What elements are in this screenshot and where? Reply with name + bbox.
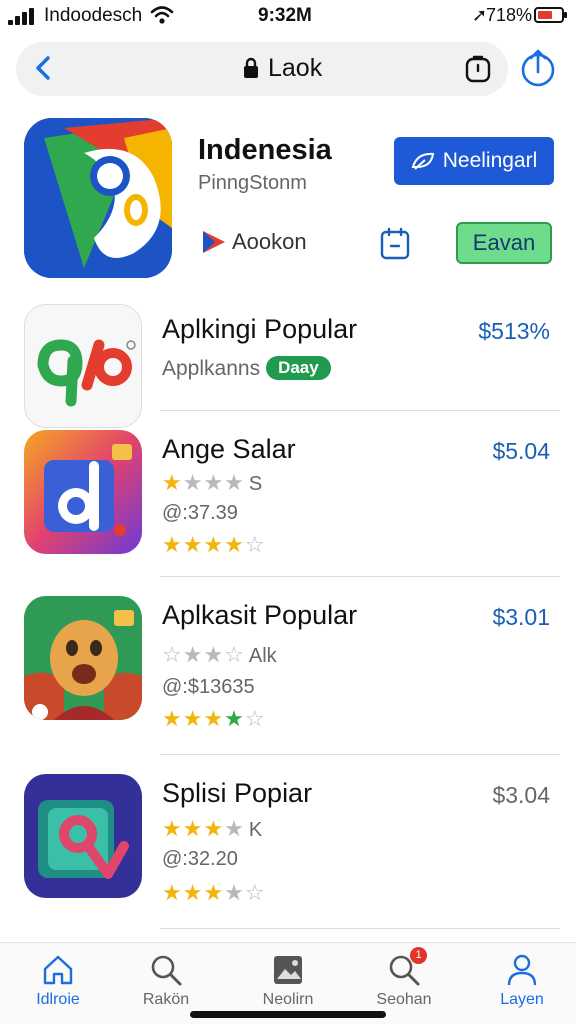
row-divider xyxy=(160,928,560,929)
carrier-name: Indoodesсh xyxy=(44,5,143,26)
featured-app-subtitle: PinngStonm xyxy=(198,172,307,194)
url-text[interactable]: Laok xyxy=(268,54,322,83)
battery-percent: 718% xyxy=(486,5,533,25)
app-price[interactable]: $3.04 xyxy=(492,782,550,809)
app-icon[interactable] xyxy=(24,774,142,898)
app-name[interactable]: Aplkingi Popular xyxy=(162,314,357,345)
app-meta: @:37.39 xyxy=(162,502,238,524)
rating-text: Alk xyxy=(248,645,277,667)
tab-label: Rakön xyxy=(142,991,190,1008)
play-store-icon xyxy=(203,231,225,253)
status-bar: Indoodesсh 9:32M ➚ 718% xyxy=(0,0,576,34)
leaf-icon xyxy=(411,152,434,170)
featured-link-label: Aookon xyxy=(232,229,307,254)
app-name[interactable]: Ange Salar xyxy=(162,434,296,465)
tab-label: Neolirn xyxy=(262,991,314,1008)
tab-images[interactable]: Neolirn xyxy=(240,953,336,1009)
back-chevron-icon[interactable] xyxy=(28,52,60,84)
tab-search[interactable]: Rakön xyxy=(118,953,214,1009)
app-name[interactable]: Aplkasit Popular xyxy=(162,600,357,631)
tab-profile[interactable]: Layen xyxy=(474,953,570,1009)
app-subtitle-text: Applkanns xyxy=(162,357,261,380)
rating-text: S xyxy=(248,473,263,495)
row-divider xyxy=(160,754,560,755)
tabs-icon[interactable] xyxy=(464,54,492,84)
share-icon[interactable] xyxy=(520,48,556,88)
search-icon xyxy=(149,953,183,987)
row-divider xyxy=(160,410,560,411)
featured-app-icon[interactable] xyxy=(24,118,172,278)
rating-stars: ★★★★ K xyxy=(162,816,263,841)
character-game-icon xyxy=(24,596,142,720)
app-icon[interactable] xyxy=(24,430,142,554)
rating-stars: ☆★★☆ Alk xyxy=(162,642,277,667)
app-meta: @:$13635 xyxy=(162,676,255,698)
tab-label: Idlroie xyxy=(36,991,80,1008)
row-divider xyxy=(160,576,560,577)
featured-play-link[interactable]: Aookon xyxy=(200,228,307,256)
wifi-icon xyxy=(150,6,174,24)
featured-app-title: Indenesia xyxy=(198,134,332,166)
d-logo-icon xyxy=(24,430,142,554)
app-price[interactable]: $513% xyxy=(478,318,550,345)
pin-logo-icon xyxy=(24,774,142,898)
app-subtitle: Applkanns Daay xyxy=(162,356,331,381)
maps-logo-icon xyxy=(24,118,172,278)
qo-logo-icon xyxy=(25,305,141,427)
app-icon[interactable] xyxy=(24,304,142,428)
featured-primary-label: Neelingarl xyxy=(442,149,538,172)
tab-label: Layen xyxy=(500,991,544,1008)
app-name[interactable]: Splisi Popiar xyxy=(162,778,312,809)
rating-stars: ★★★★☆ xyxy=(162,706,266,731)
tab-label: Seohan xyxy=(376,991,432,1008)
rating-text: K xyxy=(248,819,263,841)
app-meta: @:32.20 xyxy=(162,848,238,870)
image-icon xyxy=(271,953,305,987)
search-badge-icon: 1 xyxy=(387,947,427,987)
notification-badge: 1 xyxy=(410,947,427,964)
featured-secondary-button[interactable]: Eavan xyxy=(456,222,552,264)
battery-icon xyxy=(534,7,567,23)
home-icon xyxy=(41,953,75,987)
app-price[interactable]: $5.04 xyxy=(492,438,550,465)
rating-stars: ★★★★☆ xyxy=(162,532,266,557)
lock-icon xyxy=(244,57,258,78)
app-icon[interactable] xyxy=(24,596,142,720)
featured-primary-button[interactable]: Neelingarl xyxy=(394,137,554,185)
location-icon: ➚ xyxy=(472,5,488,25)
home-indicator xyxy=(190,1011,386,1018)
address-bar[interactable]: Laok xyxy=(16,42,508,96)
clock: 9:32M xyxy=(258,5,312,26)
rating-stars: ★★★★ S xyxy=(162,470,263,495)
rating-stars: ★★★★☆ xyxy=(162,880,266,905)
profile-icon xyxy=(505,953,539,987)
tab-search-2[interactable]: 1 Seohan xyxy=(356,947,452,1009)
signal-icon xyxy=(8,8,34,25)
calendar-icon[interactable] xyxy=(378,226,412,262)
app-price[interactable]: $3.01 xyxy=(492,604,550,631)
tab-home[interactable]: Idlroie xyxy=(10,953,106,1009)
app-badge: Daay xyxy=(266,356,331,380)
